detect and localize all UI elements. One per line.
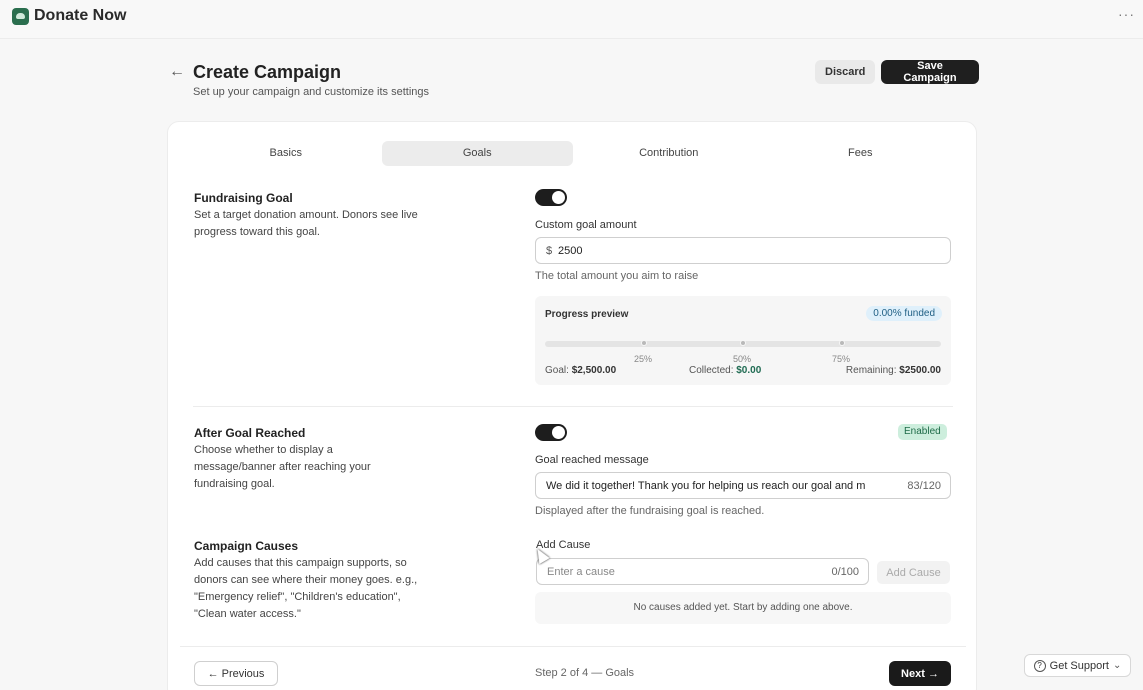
collected-stat-value: $0.00 xyxy=(736,365,762,376)
tab-bar: Basics Goals Contribution Fees xyxy=(190,141,956,166)
add-cause-button[interactable]: Add Cause xyxy=(877,561,950,584)
cause-input[interactable]: Enter a cause 0/100 xyxy=(536,558,869,585)
tab-basics[interactable]: Basics xyxy=(190,141,382,166)
custom-goal-amount-label: Custom goal amount xyxy=(535,219,637,231)
cause-input-placeholder: Enter a cause xyxy=(547,566,615,578)
goal-stat-value: $2,500.00 xyxy=(571,365,617,376)
goal-reached-message-value: We did it together! Thank you for helpin… xyxy=(546,480,866,492)
after-goal-description: Choose whether to display a message/bann… xyxy=(194,444,371,490)
chevron-down-icon: ⌄ xyxy=(1112,660,1122,671)
page-header: ← Create Campaign Set up your campaign a… xyxy=(169,60,979,110)
funded-badge: 0.00% funded xyxy=(866,306,942,321)
remaining-stat-label: Remaining: xyxy=(845,365,897,376)
progress-marker-75 xyxy=(839,340,845,346)
goal-amount-value: 2500 xyxy=(558,245,583,257)
get-support-button[interactable]: ? Get Support ⌄ xyxy=(1024,654,1131,677)
collected-stat: Collected: $0.00 xyxy=(689,365,761,376)
after-goal-toggle[interactable] xyxy=(535,424,567,441)
progress-marker-50 xyxy=(740,340,746,346)
goal-stat: Goal: $2,500.00 xyxy=(545,365,616,376)
brand[interactable]: Donate Now xyxy=(12,7,126,25)
help-circle-icon: ? xyxy=(1033,659,1046,672)
goal-stat-label: Goal: xyxy=(545,365,569,376)
after-goal-title: After Goal Reached xyxy=(194,426,306,440)
tab-fees[interactable]: Fees xyxy=(765,141,957,166)
campaign-form-card: Basics Goals Contribution Fees Fundraisi… xyxy=(167,121,977,690)
progress-track xyxy=(545,340,941,347)
marker-label-75: 75% xyxy=(832,354,851,364)
marker-label-25: 25% xyxy=(634,354,653,364)
page-subtitle: Set up your campaign and customize its s… xyxy=(193,86,430,98)
marker-label-50: 50% xyxy=(733,354,752,364)
page-title: Create Campaign xyxy=(193,62,342,82)
goal-amount-help: The total amount you aim to raise xyxy=(535,270,699,282)
get-support-label: Get Support xyxy=(1049,659,1109,672)
more-options-icon[interactable]: ··· xyxy=(1118,6,1135,22)
collected-stat-label: Collected: xyxy=(689,365,734,376)
next-button[interactable]: Next → xyxy=(889,661,951,686)
step-indicator: Step 2 of 4 — Goals xyxy=(535,667,635,679)
brand-name: Donate Now xyxy=(34,7,127,24)
section-divider xyxy=(193,406,953,407)
remaining-stat-value: $2500.00 xyxy=(899,365,941,376)
goal-reached-message-help: Displayed after the fundraising goal is … xyxy=(535,505,765,517)
progress-marker-25 xyxy=(641,340,647,346)
campaign-causes-title: Campaign Causes xyxy=(194,539,299,553)
previous-button[interactable]: ← Previous xyxy=(194,661,278,686)
empty-causes-message: No causes added yet. Start by adding one… xyxy=(535,592,951,624)
tab-goals[interactable]: Goals xyxy=(381,141,573,166)
message-char-counter: 83/120 xyxy=(907,480,941,492)
top-bar: Donate Now ··· xyxy=(0,0,1143,39)
footer-divider xyxy=(180,646,966,647)
fundraising-goal-title: Fundraising Goal xyxy=(194,191,293,205)
brand-logo-icon xyxy=(12,7,29,25)
discard-button[interactable]: Discard xyxy=(815,60,876,84)
progress-preview-title: Progress preview xyxy=(545,309,629,320)
goal-reached-message-input[interactable]: We did it together! Thank you for helpin… xyxy=(535,472,951,499)
back-arrow-icon[interactable]: ← xyxy=(169,63,185,81)
goal-amount-input[interactable]: $ 2500 xyxy=(535,237,951,264)
tab-contribution[interactable]: Contribution xyxy=(573,141,765,166)
currency-symbol: $ xyxy=(546,245,553,257)
fundraising-goal-toggle[interactable] xyxy=(535,189,567,206)
campaign-causes-description: Add causes that this campaign supports, … xyxy=(194,557,418,620)
save-campaign-button[interactable]: Save Campaign xyxy=(881,60,979,84)
cause-char-counter: 0/100 xyxy=(831,566,859,578)
remaining-stat: Remaining: $2500.00 xyxy=(846,365,941,376)
fundraising-goal-description: Set a target donation amount. Donors see… xyxy=(194,209,418,238)
goal-reached-message-label: Goal reached message xyxy=(535,454,649,466)
enabled-status-badge: Enabled xyxy=(898,424,947,440)
progress-preview: Progress preview 0.00% funded 25% 50% 75… xyxy=(535,296,951,385)
